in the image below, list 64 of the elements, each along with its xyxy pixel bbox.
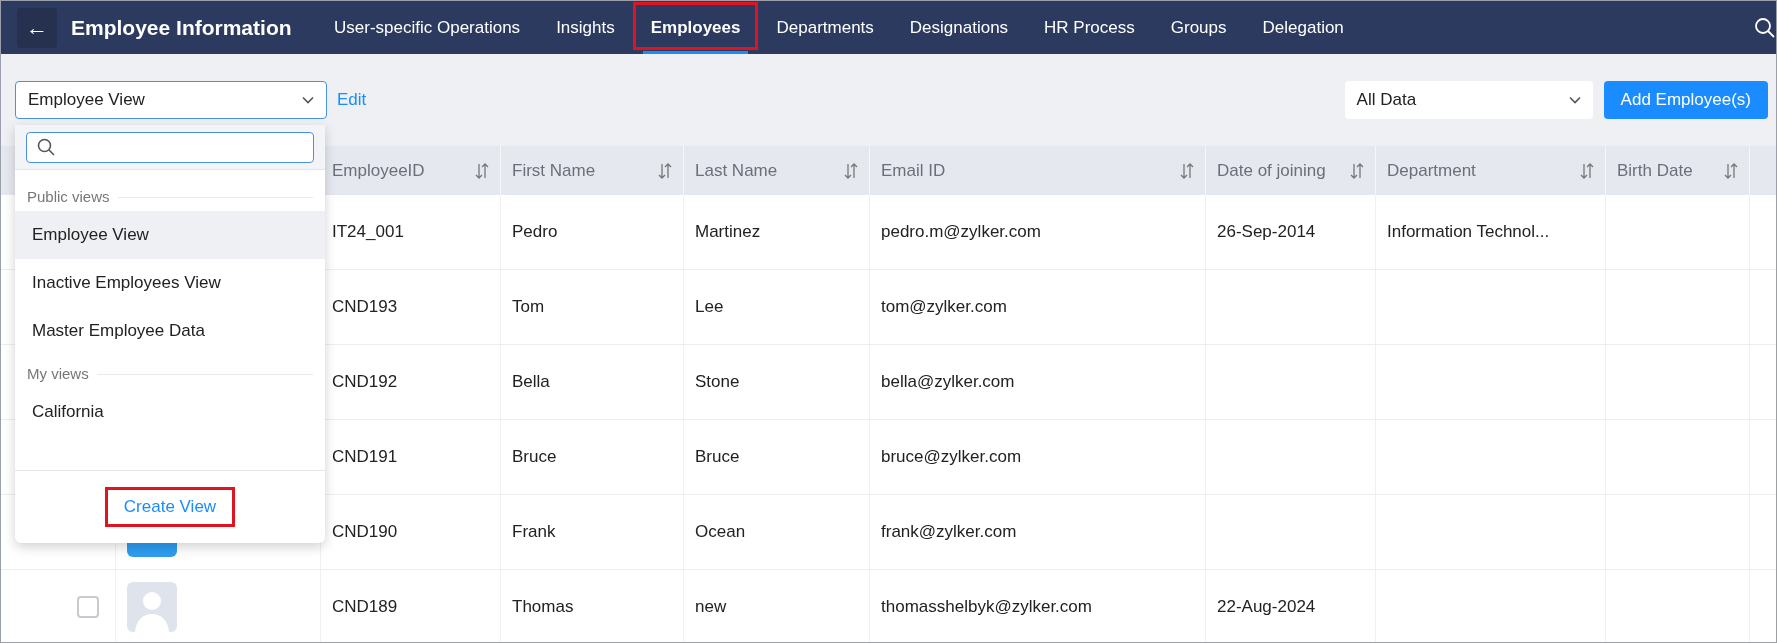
sort-icon[interactable]	[1350, 161, 1364, 180]
view-option[interactable]: Employee View	[15, 211, 325, 259]
table-cell-text: Pedro	[512, 221, 558, 244]
view-option[interactable]: Inactive Employees View	[15, 259, 325, 307]
table-cell-text: pedro.m@zylker.com	[881, 221, 1041, 244]
view-option[interactable]: California	[15, 388, 325, 436]
table-cell-text: Ocean	[695, 521, 746, 544]
sort-icon[interactable]	[475, 161, 489, 180]
table-cell-text: Tom	[512, 296, 545, 319]
column-header[interactable]: Email ID	[881, 157, 946, 184]
search-field[interactable]	[26, 131, 314, 163]
search-icon	[37, 138, 55, 156]
chevron-down-icon	[302, 96, 314, 104]
table-cell-text: Thomas	[512, 596, 574, 619]
table-cell-text: 26-Sep-2014	[1217, 221, 1316, 244]
table-cell-text: Bella	[512, 371, 550, 394]
table-cell-text: CND192	[332, 371, 398, 394]
nav-tab[interactable]: Insights	[538, 1, 633, 54]
sort-icon[interactable]	[1724, 161, 1738, 180]
table-cell-text: Bruce	[512, 446, 557, 469]
nav-tab[interactable]: Departments	[758, 1, 892, 54]
table-cell-text: bruce@zylker.com	[881, 446, 1022, 469]
view-option[interactable]: Master Employee Data	[15, 307, 325, 355]
sort-icon[interactable]	[658, 161, 672, 180]
view-select[interactable]: Employee View	[15, 81, 327, 119]
data-filter-select[interactable]: All Data	[1344, 81, 1593, 119]
table-cell-text: 22-Aug-2024	[1217, 596, 1316, 619]
table-cell-text: Stone	[695, 371, 740, 394]
section-heading: Public views	[27, 186, 110, 207]
table-cell-text: CND191	[332, 446, 398, 469]
table-cell-text: new	[695, 596, 727, 619]
table-cell-text: Bruce	[695, 446, 740, 469]
nav-tab[interactable]: Designations	[891, 1, 1027, 54]
nav-tab[interactable]: HR Process	[1026, 1, 1153, 54]
table-cell-text: Information Technol...	[1387, 221, 1550, 244]
column-header[interactable]: Birth Date	[1617, 157, 1693, 184]
table-cell-text: frank@zylker.com	[881, 521, 1017, 544]
column-header[interactable]: EmployeeID	[332, 157, 425, 184]
row-checkbox[interactable]	[77, 596, 99, 618]
nav-tab[interactable]: Delegation	[1244, 1, 1362, 54]
table-cell-text: CND189	[332, 596, 398, 619]
chevron-down-icon	[1568, 96, 1581, 104]
sort-icon[interactable]	[1580, 161, 1594, 180]
sort-icon[interactable]	[1180, 161, 1194, 180]
nav-tab[interactable]: Groups	[1152, 1, 1245, 54]
page-title: Employee Information	[71, 14, 293, 41]
table-cell-text: IT24_001	[332, 221, 404, 244]
table-cell-text: CND190	[332, 521, 398, 544]
back-button[interactable]: ←	[17, 7, 57, 48]
section-heading: My views	[27, 363, 89, 384]
table-cell-text: Martinez	[695, 221, 761, 244]
column-header[interactable]: Department	[1387, 157, 1476, 184]
table-cell-text: Lee	[695, 296, 724, 319]
table-cell-text: CND193	[332, 296, 398, 319]
nav-tab[interactable]: User-specific Operations	[316, 1, 539, 54]
sort-icon[interactable]	[844, 161, 858, 180]
table-cell-text: thomasshelbyk@zylker.com	[881, 596, 1092, 619]
column-header[interactable]: First Name	[512, 157, 596, 184]
search-icon[interactable]	[1754, 16, 1776, 39]
column-header[interactable]: Last Name	[695, 157, 778, 184]
table-cell-text: tom@zylker.com	[881, 296, 1007, 319]
column-header[interactable]: Date of joining	[1217, 157, 1326, 184]
table-cell-text: bella@zylker.com	[881, 371, 1015, 394]
table-cell-text: Frank	[512, 521, 556, 544]
